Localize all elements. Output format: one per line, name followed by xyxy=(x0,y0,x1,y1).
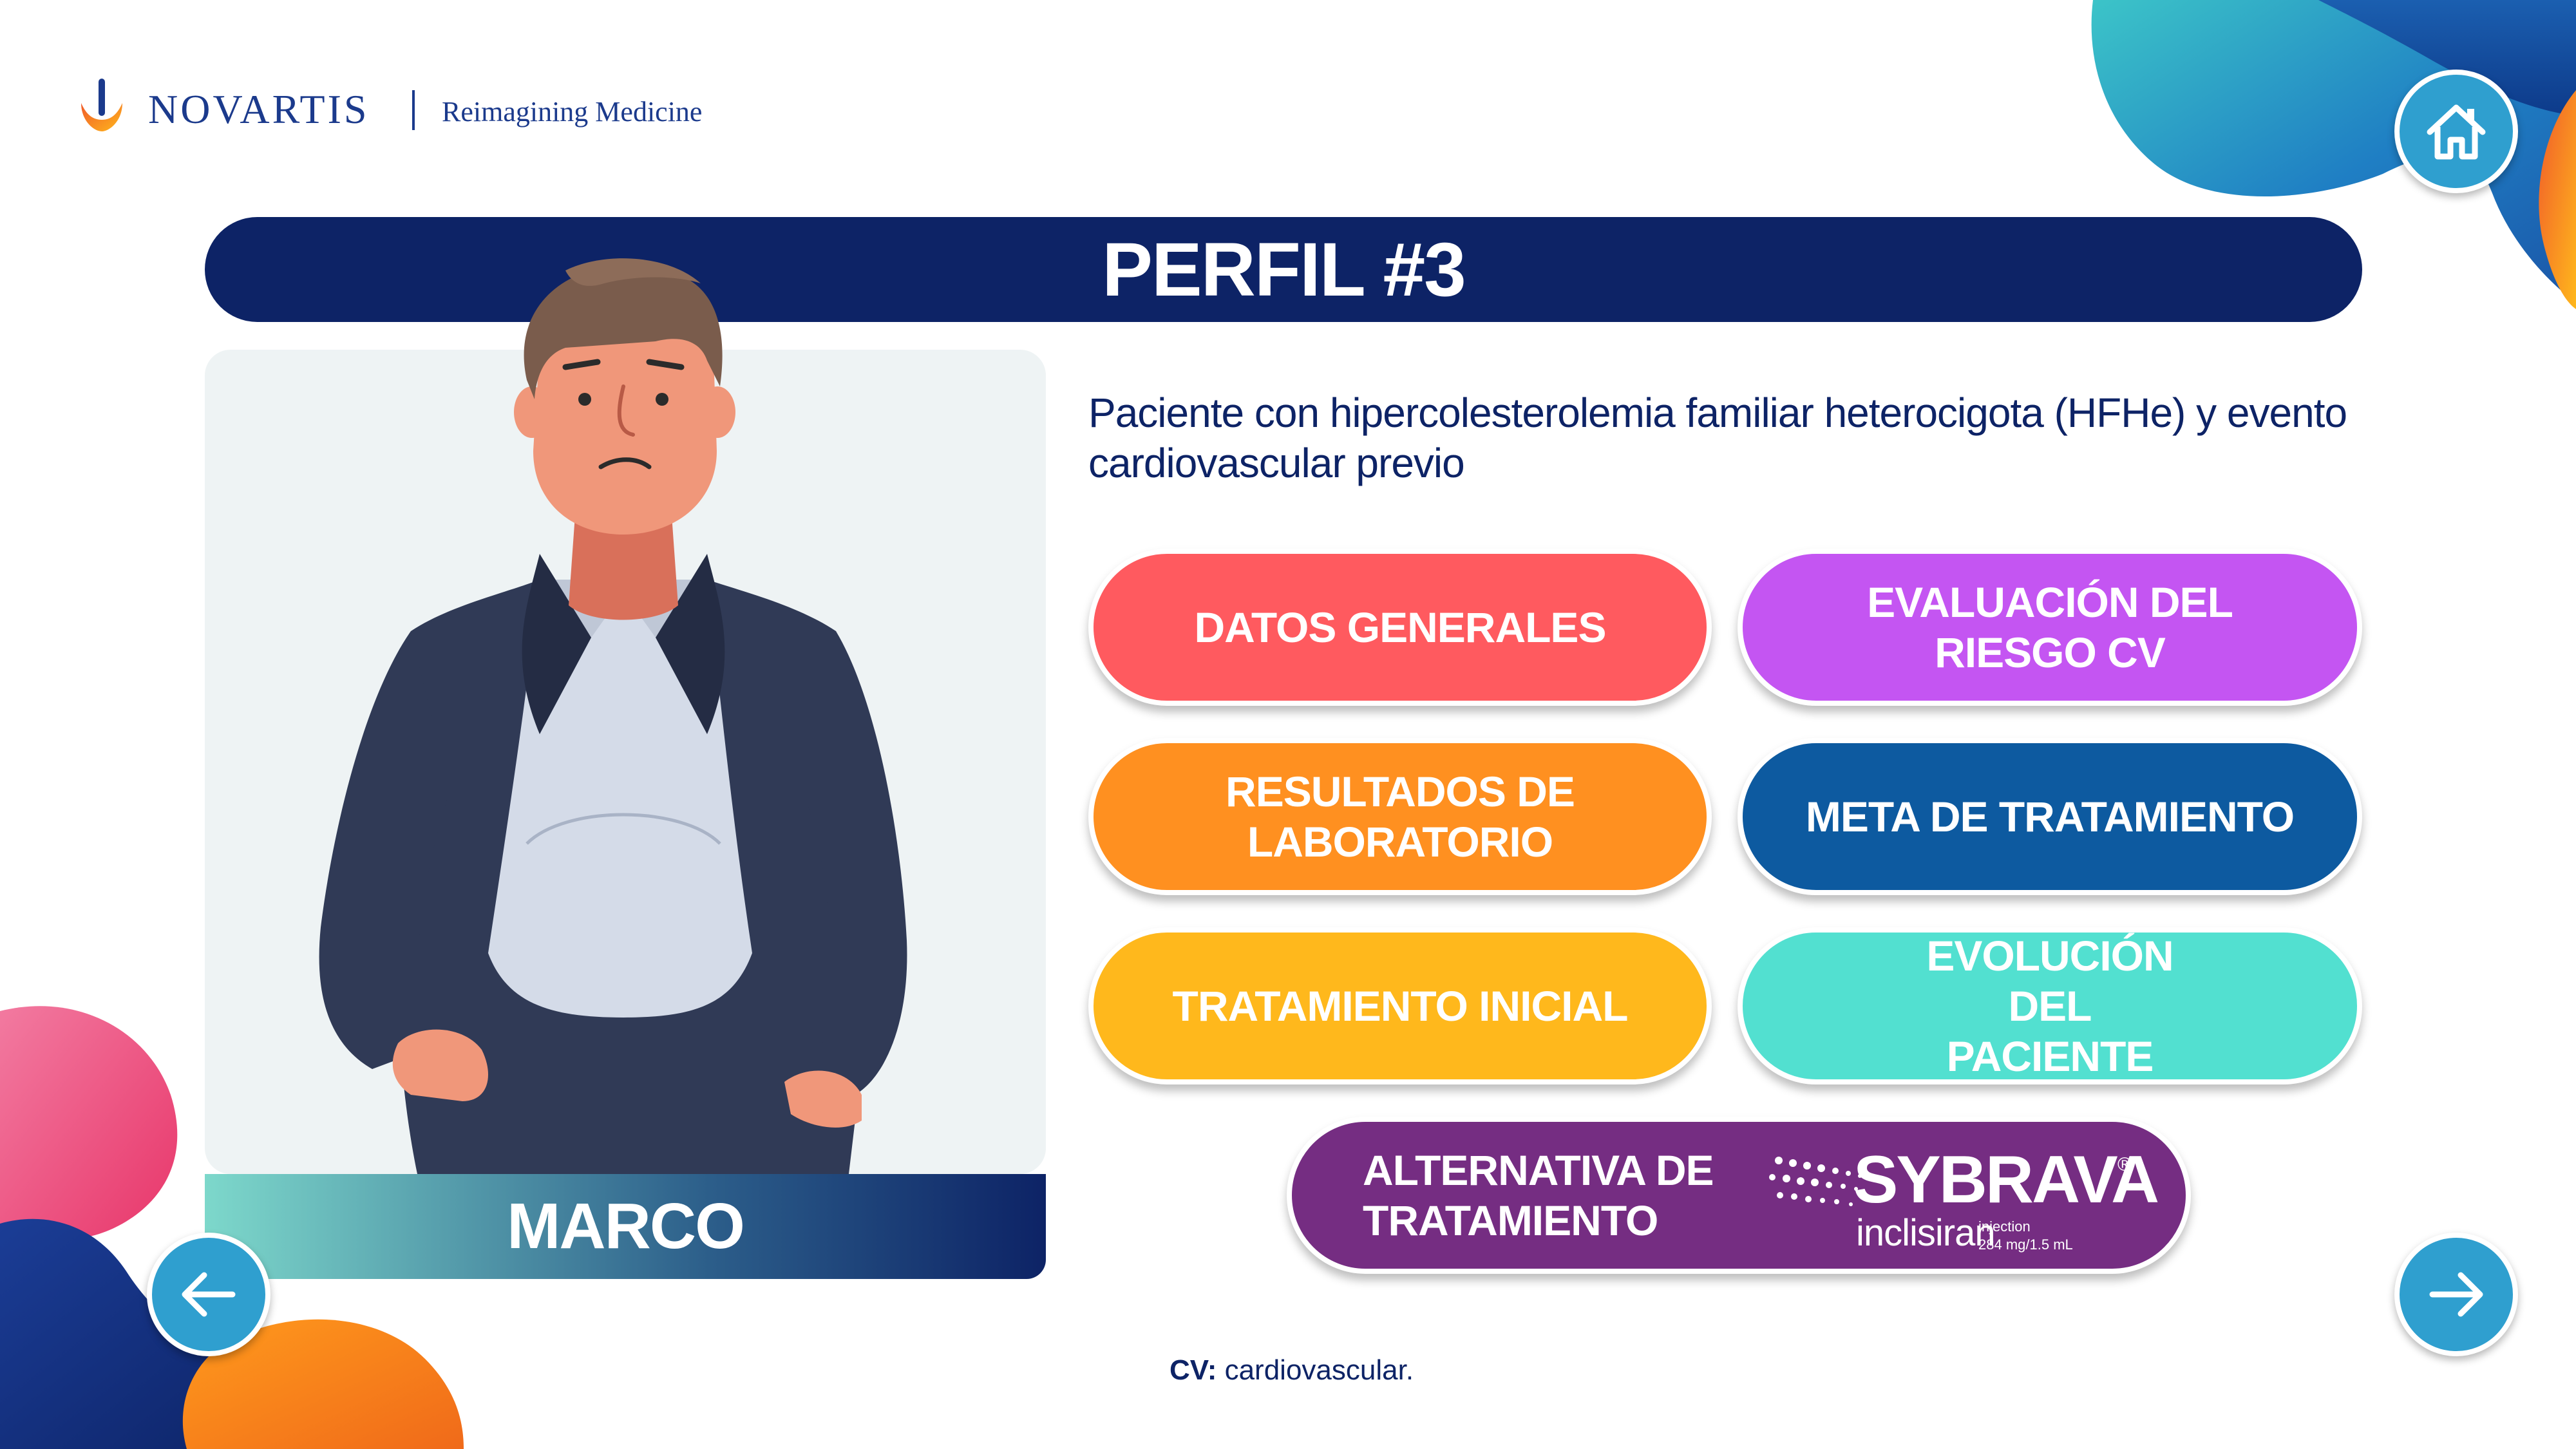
previous-button[interactable] xyxy=(147,1233,270,1356)
registered-mark: ® xyxy=(2117,1154,2132,1175)
brand-divider xyxy=(412,90,415,130)
patient-description: Paciente con hipercolesterolemia familia… xyxy=(1088,390,2347,486)
alternativa-tratamiento-label: ALTERNATIVA DE TRATAMIENTO xyxy=(1363,1146,1714,1244)
tratamiento-inicial-label: TRATAMIENTO INICIAL xyxy=(1172,982,1629,1030)
patient-name-bar: MARCO xyxy=(205,1174,1046,1279)
sybrava-dose: 284 mg/1.5 mL xyxy=(1978,1236,2073,1253)
sybrava-form: injection xyxy=(1978,1218,2031,1235)
patient-name: MARCO xyxy=(507,1190,745,1262)
novartis-logo-icon xyxy=(81,79,122,131)
resultados-laboratorio-label: RESULTADOS DE LABORATORIO xyxy=(1226,768,1575,866)
page-title: PERFIL #3 xyxy=(1102,227,1466,312)
arrow-right-icon xyxy=(2429,1272,2483,1317)
evaluacion-riesgo-button[interactable]: EVALUACIÓN DEL RIESGO CV xyxy=(1738,549,2362,706)
datos-generales-button[interactable]: DATOS GENERALES xyxy=(1088,549,1712,706)
sybrava-brand-name: SYBRAVA xyxy=(1853,1142,2159,1217)
brand-name: NOVARTIS xyxy=(148,86,370,132)
resultados-laboratorio-button[interactable]: RESULTADOS DE LABORATORIO xyxy=(1088,738,1712,895)
sybrava-generic-name: inclisiran xyxy=(1856,1212,1996,1254)
evaluacion-riesgo-label: EVALUACIÓN DEL RIESGO CV xyxy=(1867,578,2233,676)
meta-tratamiento-label: META DE TRATAMIENTO xyxy=(1805,793,2295,840)
patient-illustration xyxy=(319,258,907,1174)
home-button[interactable] xyxy=(2394,70,2518,193)
home-icon xyxy=(2427,104,2486,160)
datos-generales-label: DATOS GENERALES xyxy=(1194,603,1607,651)
brand-tagline: Reimagining Medicine xyxy=(442,96,703,128)
evolucion-paciente-label: EVOLUCIÓN DEL PACIENTE xyxy=(1926,932,2174,1080)
meta-tratamiento-button[interactable]: META DE TRATAMIENTO xyxy=(1738,738,2362,895)
footnote: CV: cardiovascular. xyxy=(1170,1352,1414,1388)
evolucion-paciente-button[interactable]: EVOLUCIÓN DEL PACIENTE xyxy=(1738,927,2362,1084)
footnote-text: cardiovascular. xyxy=(1217,1354,1414,1386)
footnote-abbreviation: CV: xyxy=(1170,1354,1217,1386)
next-button[interactable] xyxy=(2394,1233,2518,1356)
tratamiento-inicial-button[interactable]: TRATAMIENTO INICIAL xyxy=(1088,927,1712,1084)
arrow-left-icon xyxy=(182,1272,236,1317)
